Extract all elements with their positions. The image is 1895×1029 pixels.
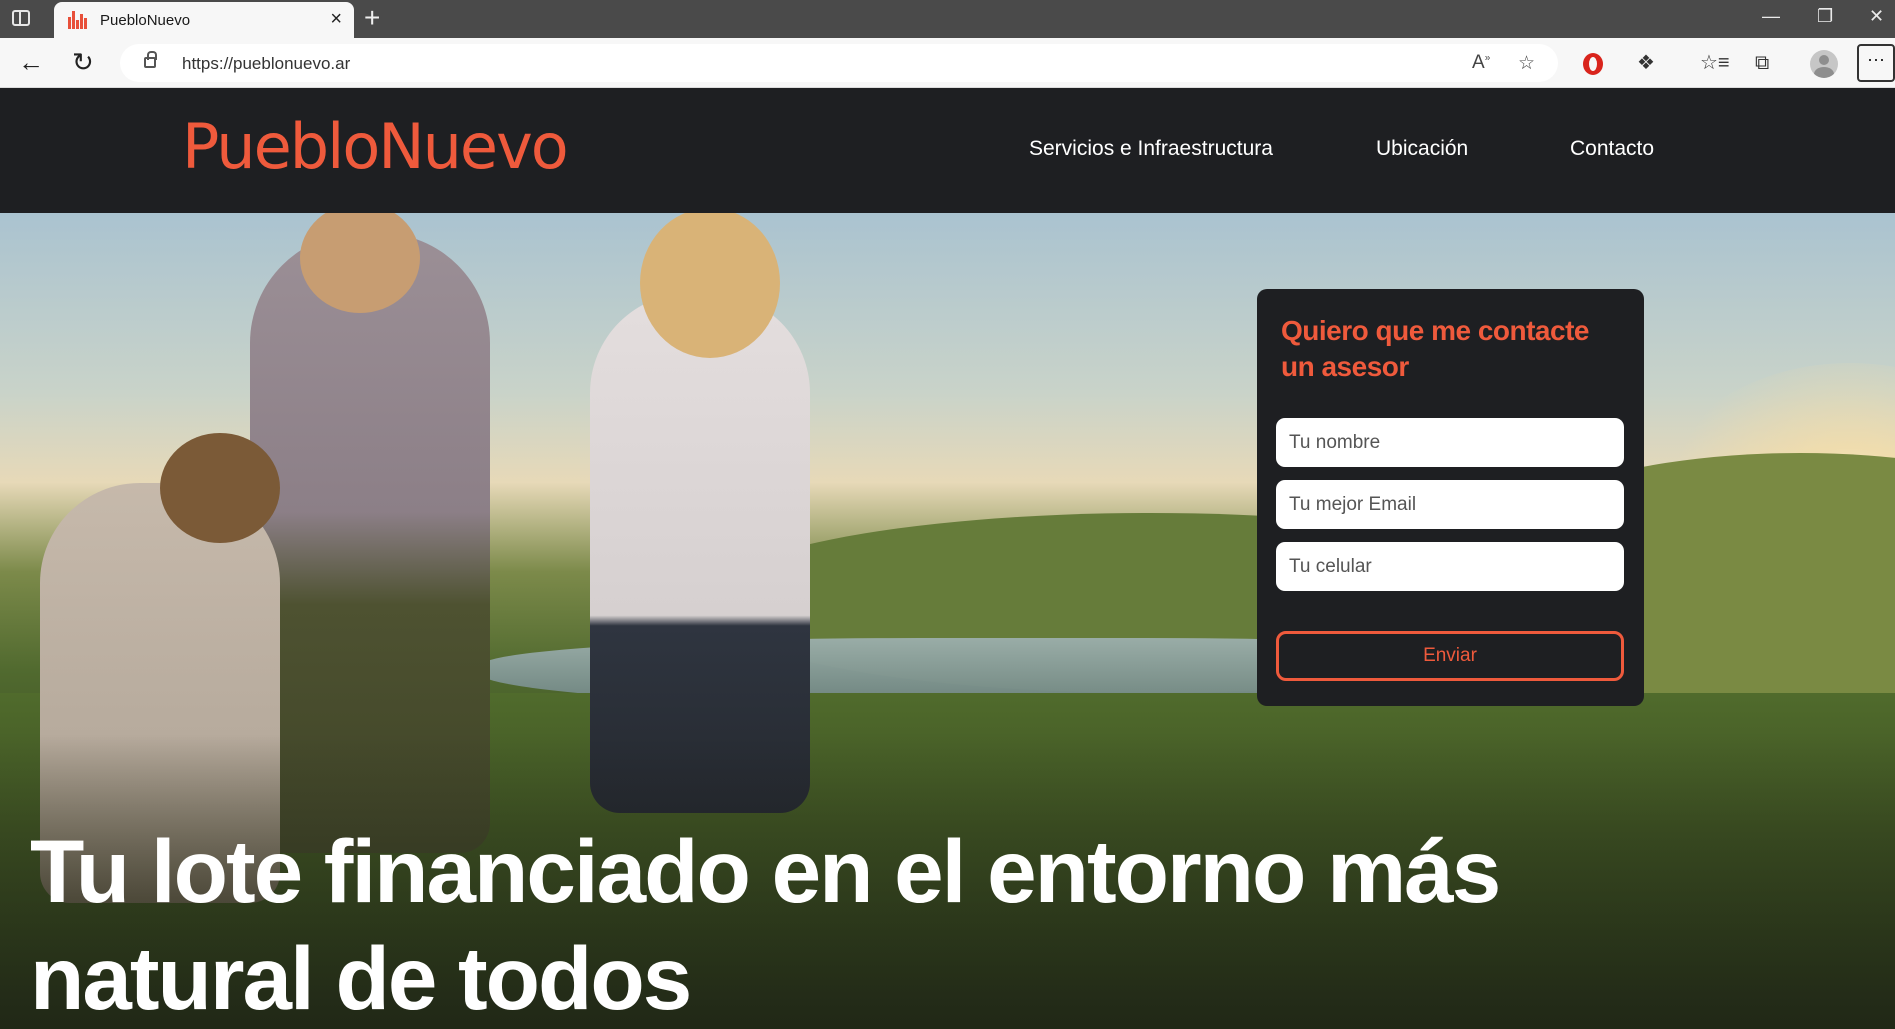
nav-servicios[interactable]: Servicios e Infraestructura xyxy=(1029,137,1273,161)
tab-close-icon[interactable]: × xyxy=(330,9,342,29)
site-header: PuebloNuevo Servicios e Infraestructura … xyxy=(0,88,1895,213)
reload-icon[interactable]: ↻ xyxy=(72,47,94,77)
site-logo[interactable]: PuebloNuevo xyxy=(182,110,569,183)
browser-toolbar: ← ↻ https://pueblonuevo.ar A» ☆ ❖ ☆≡ ⧉ ⋯ xyxy=(0,38,1895,88)
minimize-icon[interactable]: — xyxy=(1762,6,1780,27)
contact-form: Quiero que me contacte un asesor Enviar xyxy=(1257,289,1644,706)
extensions-icon[interactable]: ❖ xyxy=(1637,51,1655,75)
favicon xyxy=(68,11,88,29)
nav-ubicacion[interactable]: Ubicación xyxy=(1376,137,1468,161)
opera-icon[interactable] xyxy=(1583,53,1603,75)
collections-icon[interactable]: ⧉ xyxy=(1755,51,1769,75)
phone-field[interactable] xyxy=(1276,542,1624,591)
address-bar[interactable]: https://pueblonuevo.ar A» ☆ xyxy=(120,44,1558,82)
name-field[interactable] xyxy=(1276,418,1624,467)
favorites-icon[interactable]: ☆≡ xyxy=(1700,51,1730,75)
favorite-add-icon[interactable]: ☆ xyxy=(1518,52,1535,75)
close-window-icon[interactable]: ✕ xyxy=(1869,6,1884,27)
email-field[interactable] xyxy=(1276,480,1624,529)
woman-head xyxy=(640,213,780,358)
restore-icon[interactable]: ❐ xyxy=(1817,6,1833,27)
sidebar-icon[interactable] xyxy=(12,10,30,26)
more-icon[interactable]: ⋯ xyxy=(1857,44,1895,82)
send-button[interactable]: Enviar xyxy=(1276,631,1624,681)
tab-title: PuebloNuevo xyxy=(100,12,191,29)
form-title: Quiero que me contacte un asesor xyxy=(1281,315,1589,382)
profile-icon[interactable] xyxy=(1810,50,1838,78)
url-text[interactable]: https://pueblonuevo.ar xyxy=(182,54,350,74)
read-aloud-icon[interactable]: A» xyxy=(1472,52,1490,74)
lock-icon[interactable] xyxy=(144,51,157,68)
hero-headline: Tu lote financiado en el entorno más nat… xyxy=(30,821,1501,1028)
nav-contacto[interactable]: Contacto xyxy=(1570,137,1654,161)
new-tab-button[interactable]: + xyxy=(364,3,380,33)
back-icon[interactable]: ← xyxy=(18,47,44,77)
boy-head xyxy=(160,433,280,543)
browser-tab-strip: PuebloNuevo × + — ❐ ✕ xyxy=(0,0,1895,38)
browser-tab[interactable]: PuebloNuevo × xyxy=(54,2,354,38)
